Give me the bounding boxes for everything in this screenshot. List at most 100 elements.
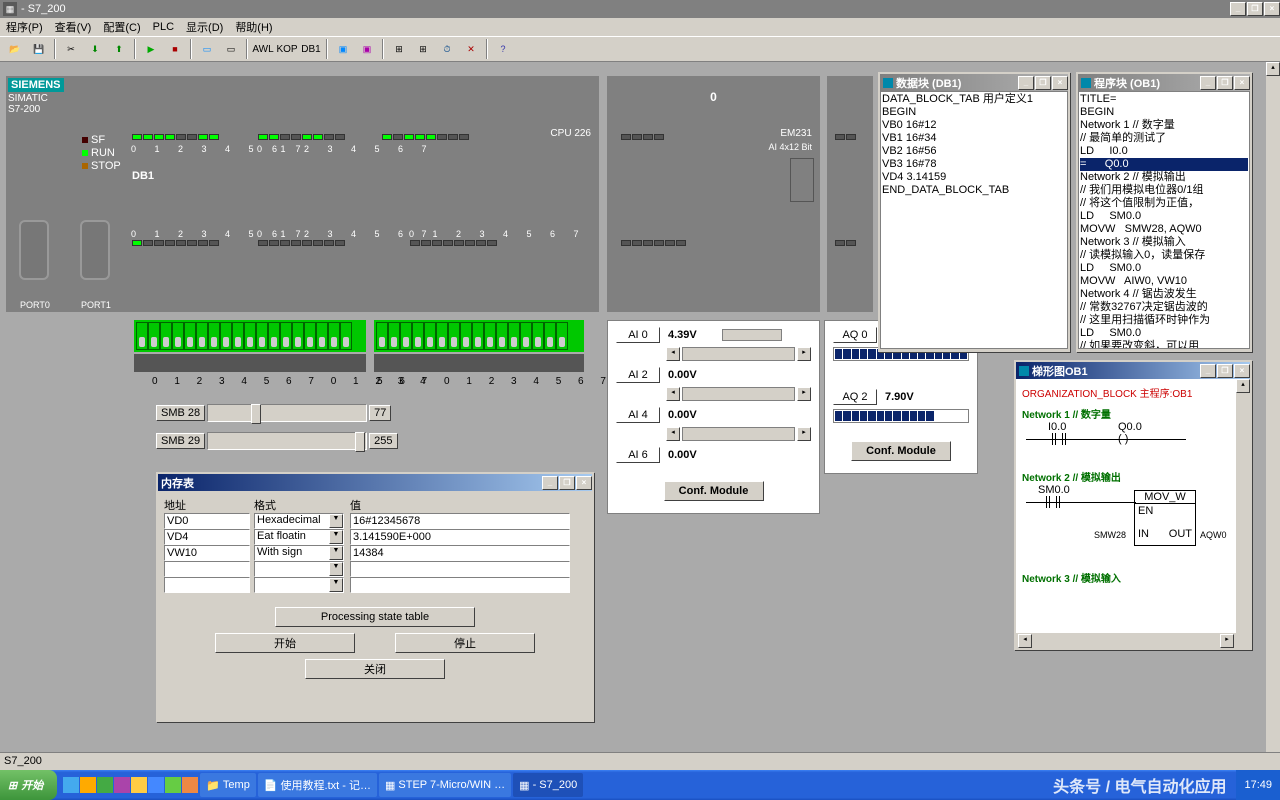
close-button[interactable]: 关闭: [305, 659, 445, 679]
tool-open-icon[interactable]: 📂: [4, 38, 26, 60]
val-2[interactable]: [350, 545, 570, 561]
minimize-button[interactable]: _: [1230, 2, 1246, 16]
ai2-left[interactable]: ◂: [666, 387, 680, 401]
val-1[interactable]: [350, 529, 570, 545]
db1-code[interactable]: DATA_BLOCK_TAB 用户定义1BEGINVB0 16#12VB1 16…: [880, 91, 1068, 349]
tool-block2-icon[interactable]: ▣: [356, 38, 378, 60]
fmt-1[interactable]: Eat floatin: [255, 530, 329, 544]
ql-4-icon[interactable]: [114, 777, 130, 793]
ladder-titlebar[interactable]: 梯形图OB1 _❐×: [1016, 362, 1250, 379]
memtable-close[interactable]: ×: [576, 476, 592, 490]
ql-7-icon[interactable]: [165, 777, 181, 793]
conf-module-ai[interactable]: Conf. Module: [664, 481, 764, 501]
tool-upload-icon[interactable]: ⬆: [108, 38, 130, 60]
smb28-slider[interactable]: [207, 404, 367, 422]
ql-ie-icon[interactable]: [63, 777, 79, 793]
task-step7[interactable]: ▦STEP 7-Micro/WIN …: [379, 773, 511, 797]
addr-2[interactable]: [164, 545, 250, 561]
tool-run-icon[interactable]: ▶: [140, 38, 162, 60]
ql-2-icon[interactable]: [80, 777, 96, 793]
ob1-max[interactable]: ❐: [1217, 76, 1233, 90]
tool-table1-icon[interactable]: ⊞: [388, 38, 410, 60]
ql-3-icon[interactable]: [97, 777, 113, 793]
ai0-right[interactable]: ▸: [797, 347, 811, 361]
menu-display[interactable]: 显示(D): [180, 19, 229, 35]
db1-max[interactable]: ❐: [1035, 76, 1051, 90]
task-txt[interactable]: 📄使用教程.txt - 记…: [258, 773, 377, 797]
tool-stop-icon[interactable]: ■: [164, 38, 186, 60]
addr-3[interactable]: [164, 561, 250, 577]
port1[interactable]: [80, 220, 110, 280]
task-temp[interactable]: 📁Temp: [200, 773, 256, 797]
ql-8-icon[interactable]: [182, 777, 198, 793]
memtable-max[interactable]: ❐: [559, 476, 575, 490]
ob1-titlebar[interactable]: 程序块 (OB1) _❐×: [1078, 74, 1250, 91]
tool-module2-icon[interactable]: ▭: [220, 38, 242, 60]
stop-button[interactable]: 停止: [395, 633, 535, 653]
menu-help[interactable]: 帮助(H): [229, 19, 278, 35]
port0[interactable]: [19, 220, 49, 280]
ladder-canvas[interactable]: ORGANIZATION_BLOCK 主程序:OB1 Network 1 // …: [1016, 379, 1250, 633]
ladder-min[interactable]: _: [1200, 364, 1216, 378]
menu-plc[interactable]: PLC: [147, 21, 180, 33]
fmt-0-dd[interactable]: ▼: [329, 514, 343, 528]
tool-clock-icon[interactable]: ⏱: [436, 38, 458, 60]
db1-close[interactable]: ×: [1052, 76, 1068, 90]
task-s7200[interactable]: ▦- S7_200: [513, 773, 583, 797]
tool-cut-icon[interactable]: ✂: [60, 38, 82, 60]
menu-program[interactable]: 程序(P): [0, 19, 49, 35]
val-4[interactable]: [350, 577, 570, 593]
tool-table-del-icon[interactable]: ⊞: [412, 38, 434, 60]
fmt-2-dd[interactable]: ▼: [329, 546, 343, 560]
smb29-slider[interactable]: [207, 432, 367, 450]
tool-block1-icon[interactable]: ▣: [332, 38, 354, 60]
ql-6-icon[interactable]: [148, 777, 164, 793]
conf-module-aq[interactable]: Conf. Module: [851, 441, 951, 461]
maximize-button[interactable]: ❐: [1247, 2, 1263, 16]
tool-stop2-icon[interactable]: ✕: [460, 38, 482, 60]
memtable-titlebar[interactable]: 内存表 _❐×: [158, 474, 592, 491]
menu-config[interactable]: 配置(C): [97, 19, 146, 35]
fmt-2[interactable]: With sign: [255, 546, 329, 560]
ql-5-icon[interactable]: [131, 777, 147, 793]
ob1-close[interactable]: ×: [1234, 76, 1250, 90]
ai0-left[interactable]: ◂: [666, 347, 680, 361]
tool-db1[interactable]: DB1: [300, 38, 322, 60]
val-0[interactable]: [350, 513, 570, 529]
tool-download-icon[interactable]: ⬇: [84, 38, 106, 60]
db1-titlebar[interactable]: 数据块 (DB1) _❐×: [880, 74, 1068, 91]
tool-module1-icon[interactable]: ▭: [196, 38, 218, 60]
ladder-close[interactable]: ×: [1234, 364, 1250, 378]
process-state-button[interactable]: Processing state table: [275, 607, 475, 627]
val-3[interactable]: [350, 561, 570, 577]
ob1-code[interactable]: TITLE=BEGINNetwork 1 // 数字量// 最简单的测试了LD …: [1078, 91, 1250, 349]
ai0-scroll[interactable]: [722, 329, 782, 341]
systray[interactable]: 17:49: [1236, 770, 1280, 800]
addr-4[interactable]: [164, 577, 250, 593]
ladder-max[interactable]: ❐: [1217, 364, 1233, 378]
terminal-strip-1[interactable]: for(let i=0;i<18;i++)document.write('<di…: [134, 320, 366, 352]
ai4-right[interactable]: ▸: [797, 427, 811, 441]
ladder-vscroll[interactable]: ▴: [1236, 379, 1250, 634]
tool-awl[interactable]: AWL: [252, 38, 274, 60]
close-button[interactable]: ×: [1264, 2, 1280, 16]
tool-help-icon[interactable]: ?: [492, 38, 514, 60]
menu-view[interactable]: 查看(V): [49, 19, 98, 35]
fmt-1-dd[interactable]: ▼: [329, 530, 343, 544]
start-button[interactable]: 开始: [215, 633, 355, 653]
addr-1[interactable]: [164, 529, 250, 545]
memtable-min[interactable]: _: [542, 476, 558, 490]
workspace-vscroll[interactable]: ▴: [1266, 62, 1280, 752]
addr-0[interactable]: [164, 513, 250, 529]
fmt-0[interactable]: Hexadecimal: [255, 514, 329, 528]
ai4-left[interactable]: ◂: [666, 427, 680, 441]
tool-save-icon[interactable]: 💾: [28, 38, 50, 60]
ob1-min[interactable]: _: [1200, 76, 1216, 90]
tool-kop[interactable]: KOP: [276, 38, 298, 60]
start-button[interactable]: ⊞开始: [0, 770, 57, 800]
terminal-strip-2[interactable]: for(let i=0;i<16;i++)document.write('<di…: [374, 320, 584, 352]
ladder-hscroll[interactable]: ◂▸: [1018, 634, 1234, 648]
fmt-4-dd[interactable]: ▼: [329, 578, 343, 592]
fmt-3-dd[interactable]: ▼: [329, 562, 343, 576]
ai2-right[interactable]: ▸: [797, 387, 811, 401]
